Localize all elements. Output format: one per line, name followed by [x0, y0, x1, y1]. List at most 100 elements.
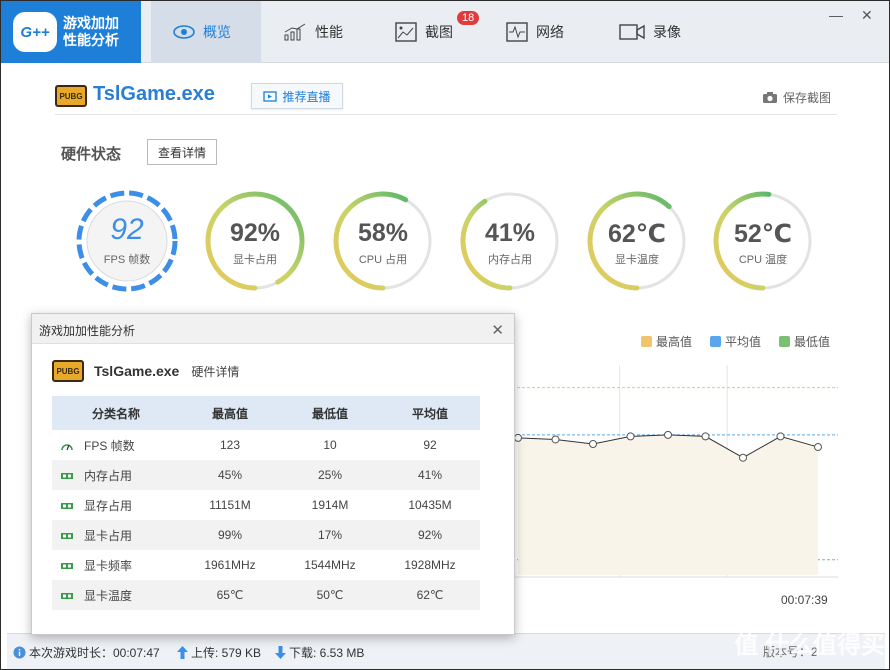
table-row: 内存占用 45% 25% 41% [52, 460, 480, 490]
fps-area [518, 434, 818, 575]
app-logo: G++ 游戏加加 性能分析 [1, 1, 141, 63]
bar-chart-icon [284, 23, 306, 41]
tab-network[interactable]: 网络 [506, 1, 564, 63]
row-max: 1961MHz [204, 558, 256, 572]
fps-point [739, 453, 747, 462]
row-name: 显卡温度 [84, 588, 133, 603]
pubg-logo: PUBG [55, 85, 87, 107]
session-time: 本次游戏时长：00:07:47 [13, 644, 160, 661]
logo-badge: G++ [13, 12, 57, 52]
fps-point [701, 432, 710, 441]
detail-table-container[interactable]: 分类名称 最高值 最低值 平均值 FPS 帧数 123 10 92 内存占用 45% 25%… [52, 396, 496, 610]
download-text: 下载: 6.53 MB [289, 646, 365, 660]
eye-icon [173, 25, 195, 39]
screenshot-count-badge: 18 [457, 11, 480, 25]
close-button[interactable]: ✕ [861, 7, 873, 24]
fps-point [814, 443, 822, 452]
hardware-status-title: 硬件状态 [61, 146, 122, 163]
row-avg: 41% [417, 468, 443, 482]
gpu-usage-gauge: 92% 显卡占用 [203, 189, 307, 293]
memory-usage-value: 41% [484, 219, 536, 247]
logo-text: 游戏加加 性能分析 [63, 15, 119, 49]
gpu-temp-gauge: 62℃ 显卡温度 [585, 189, 689, 293]
logo-line-2: 性能分析 [63, 32, 119, 48]
table-row: FPS 帧数 123 10 92 [52, 430, 480, 460]
app-window: G++ 游戏加加 性能分析 概览 性能 截图 18 网络 录像 — ✕ PUBG… [0, 0, 890, 670]
minimize-button[interactable]: — [829, 7, 843, 23]
table-row: 显卡温度 65℃ 50℃ 62℃ [52, 580, 480, 610]
gpu-icon [60, 559, 84, 573]
camera-icon [762, 92, 777, 103]
recommend-live-label: 推荐直播 [282, 89, 331, 104]
row-min: 1544MHz [304, 558, 356, 572]
cpu-usage-value: 58% [357, 219, 409, 247]
dialog-game-name: TslGame.exe [94, 363, 180, 379]
fps-point [776, 432, 785, 441]
vram-icon [60, 499, 84, 513]
row-name: 内存占用 [84, 468, 133, 483]
arrow-down-icon [275, 646, 286, 659]
logo-line-1: 游戏加加 [63, 15, 119, 31]
fps-point [626, 432, 635, 441]
tab-recording[interactable]: 录像 [619, 1, 681, 63]
tab-overview-label: 概览 [203, 24, 231, 40]
fps-label: FPS 帧数 [103, 254, 151, 266]
cpu-usage-label: CPU 占用 [358, 254, 408, 266]
row-name-cell: 内存占用 [52, 460, 180, 490]
legend-min-swatch [779, 336, 790, 347]
dialog-close-button[interactable]: ✕ [491, 321, 504, 339]
row-max: 45% [217, 468, 243, 482]
legend-avg-swatch [710, 336, 721, 347]
fps-point [551, 435, 560, 444]
arrow-up-icon [177, 646, 188, 659]
table-header-row: 分类名称 最高值 最低值 平均值 [52, 396, 480, 430]
row-name-cell: 显卡温度 [52, 580, 180, 610]
dialog-subtitle: 硬件详情 [191, 364, 240, 379]
save-screenshot-button[interactable]: 保存截图 [762, 89, 831, 106]
tab-performance[interactable]: 性能 [283, 1, 343, 63]
pulse-icon [506, 22, 528, 42]
table-row: 显卡占用 99% 17% 92% [52, 520, 480, 550]
upload-text: 上传: 579 KB [191, 646, 262, 660]
legend-max-swatch [641, 336, 652, 347]
legend-avg: 平均值 [710, 333, 761, 350]
legend-max-label: 最高值 [656, 335, 693, 349]
tab-overview[interactable]: 概览 [151, 1, 261, 63]
row-name-cell: 显卡占用 [52, 520, 180, 550]
row-name: 显卡频率 [84, 558, 133, 573]
gauge-icon [60, 439, 84, 453]
gpu-icon [60, 589, 84, 603]
fps-point [664, 430, 672, 439]
image-icon [395, 22, 417, 42]
row-max: 123 [219, 438, 241, 452]
row-min: 17% [317, 528, 343, 542]
cpu-temp-label: CPU 温度 [738, 254, 788, 266]
legend-avg-label: 平均值 [725, 335, 762, 349]
row-min: 1914M [311, 498, 349, 512]
recommend-live-button[interactable]: 推荐直播 [251, 83, 343, 109]
row-avg: 92% [417, 528, 443, 542]
row-avg: 10435M [408, 498, 452, 512]
gpu-usage-label: 显卡占用 [233, 254, 277, 266]
chart-end-time: 00:07:39 [781, 593, 828, 607]
gpu-temp-value: 62℃ [607, 220, 667, 248]
row-min: 10 [323, 438, 337, 452]
tab-screenshots-label: 截图 [425, 24, 453, 40]
view-details-button[interactable]: 查看详情 [147, 139, 217, 165]
hardware-detail-dialog: 游戏加加性能分析 ✕ PUBG TslGame.exe 硬件详情 分类名称 最高… [31, 313, 515, 635]
column-header-min: 最低值 [311, 406, 348, 421]
fps-value: 92 [110, 213, 144, 246]
session-time-text: 本次游戏时长：00:07:47 [29, 646, 160, 660]
game-header: PUBG TslGame.exe 推荐直播 保存截图 [55, 83, 837, 115]
tab-screenshots[interactable]: 截图 [395, 1, 453, 63]
fps-point [589, 440, 597, 449]
column-header-name: 分类名称 [91, 406, 140, 421]
row-max: 65℃ [216, 588, 244, 602]
row-name-cell: 显存占用 [52, 490, 180, 520]
row-name: 显卡占用 [84, 528, 133, 543]
video-camera-icon [619, 24, 645, 40]
info-icon [13, 646, 26, 659]
cpu-temp-gauge: 52℃ CPU 温度 [711, 189, 815, 293]
row-min: 50℃ [316, 588, 344, 602]
legend-max: 最高值 [641, 333, 692, 350]
